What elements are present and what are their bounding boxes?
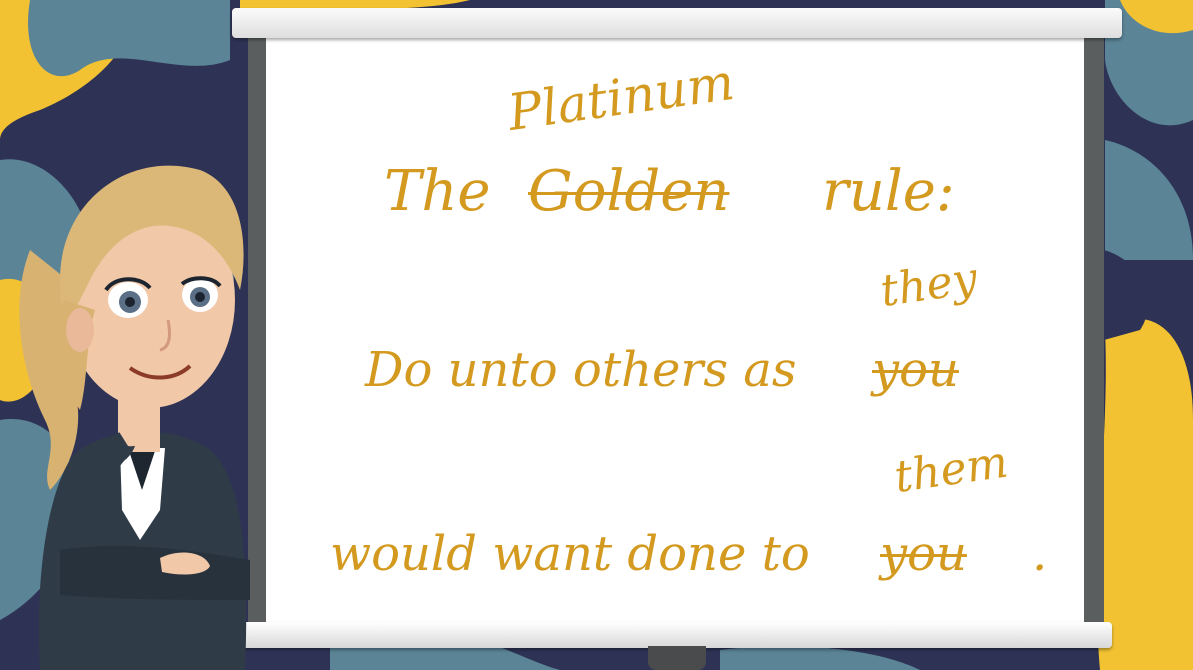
title-struck-word: Golden [528,159,730,224]
line3-text: would want done to [330,526,810,582]
line3-end-punctuation: . [1032,526,1048,582]
screen-stand [648,646,706,670]
title-suffix: rule: [822,159,955,224]
title-prefix: The [384,159,491,224]
woman-presenter-icon [19,165,250,670]
line3-struck-word: you [880,526,967,582]
screen-top-bar [232,8,1122,38]
line2-struck-word: you [872,342,959,398]
line2-replacement-word: they [877,252,981,317]
screen-pole-right [1084,36,1104,632]
screen-bottom-bar [228,622,1112,648]
line2-text: Do unto others as [365,342,797,398]
